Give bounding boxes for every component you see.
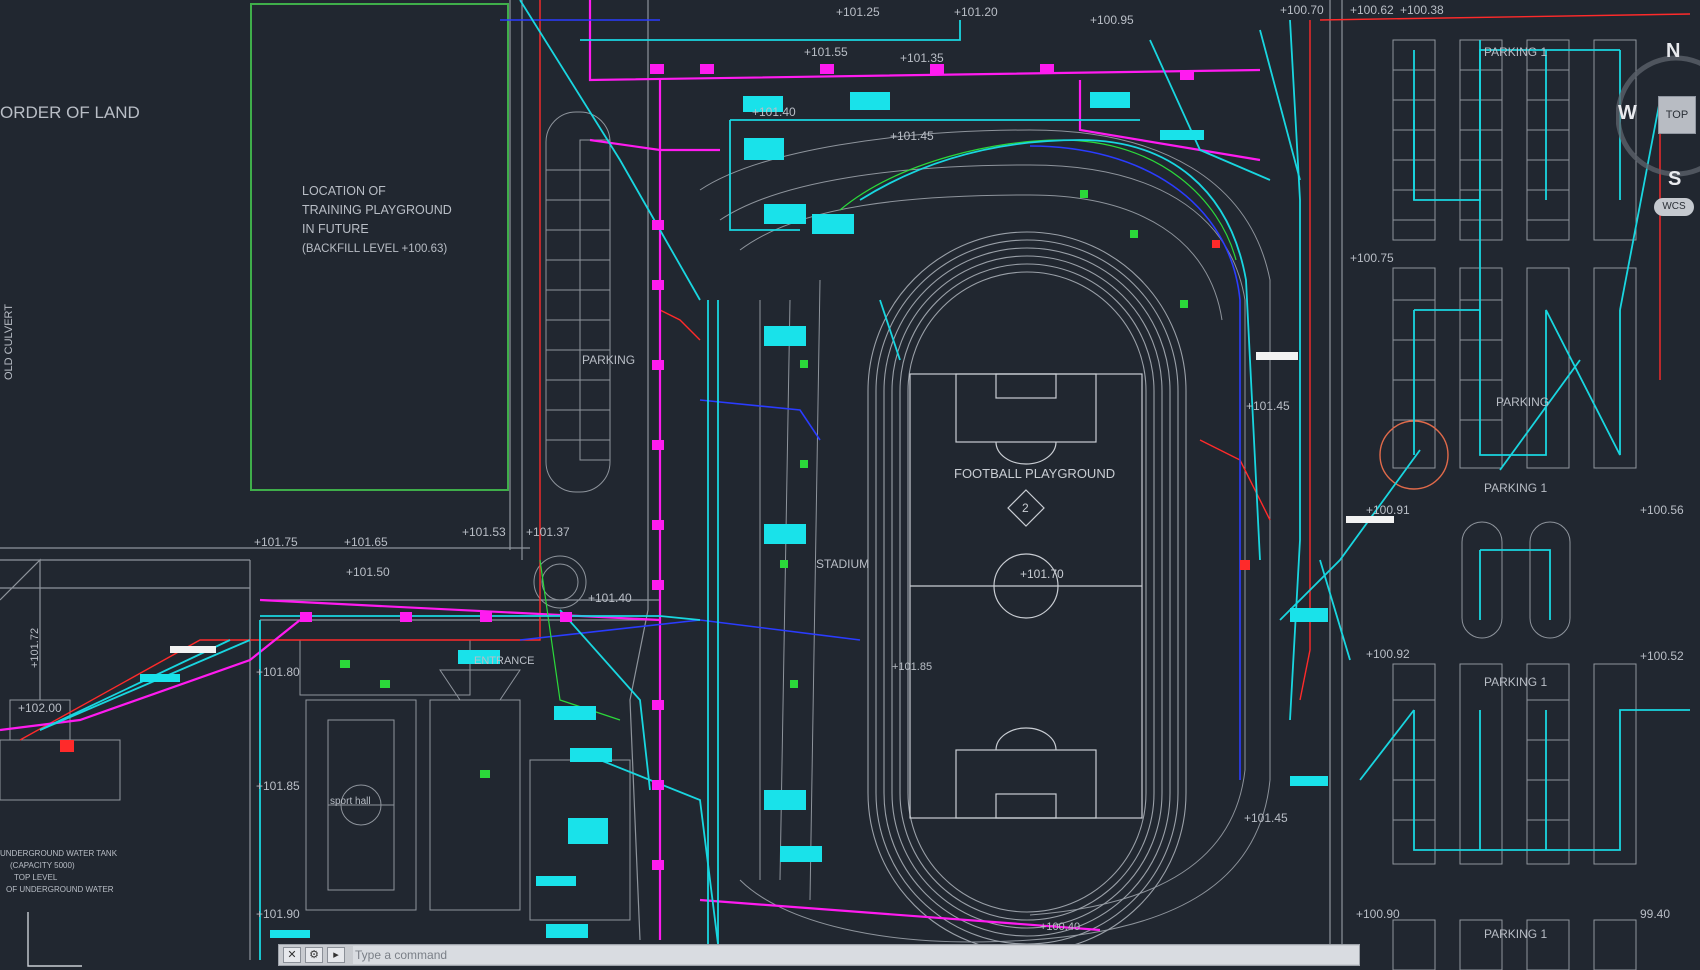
level-label: +101.40 [752, 105, 796, 119]
level-label: +100.92 [1366, 647, 1410, 661]
level-label: +101.85 [892, 661, 932, 673]
parking-right-3-label: PARKING 1 [1484, 481, 1547, 495]
level-label: +101.35 [900, 51, 944, 65]
viewcube-west[interactable]: W [1618, 102, 1637, 125]
training-label-1: LOCATION OF [302, 184, 386, 198]
level-label: +101.37 [526, 525, 570, 539]
command-input[interactable] [353, 946, 1359, 964]
command-line: ✕ ⚙ ▸ [278, 944, 1360, 966]
level-label: +101.55 [804, 45, 848, 59]
level-label: +100.91 [1366, 503, 1410, 517]
stadium-label: STADIUM [816, 557, 869, 571]
command-prompt-icon[interactable]: ▸ [327, 947, 345, 963]
level-label: +101.80 [256, 665, 300, 679]
level-label: +102.00 [18, 701, 62, 715]
level-label: +100.52 [1640, 649, 1684, 663]
level-label: +100.56 [1640, 503, 1684, 517]
training-label-4: (BACKFILL LEVEL +100.63) [302, 243, 447, 255]
viewcube-south[interactable]: S [1668, 168, 1681, 191]
level-label: +100.95 [1090, 13, 1134, 27]
viewcube-top-face[interactable]: TOP [1658, 96, 1696, 134]
level-label: +101.45 [1246, 399, 1290, 413]
level-label: +101.45 [890, 129, 934, 143]
wcs-menu-button[interactable]: WCS [1654, 198, 1694, 216]
parking-right-2-label: PARKING [1496, 395, 1549, 409]
football-label: FOOTBALL PLAYGROUND [954, 466, 1115, 481]
level-label: +100.75 [1350, 251, 1394, 265]
level-label: +101.20 [954, 5, 998, 19]
level-label: +101.90 [256, 907, 300, 921]
viewcube-north[interactable]: N [1666, 40, 1680, 63]
level-label: 99.40 [1640, 907, 1670, 921]
level-label: +100.40 [1040, 921, 1080, 933]
training-label-3: IN FUTURE [302, 222, 369, 236]
border-of-land-label: ORDER OF LAND [0, 103, 140, 122]
viewcube[interactable]: N W S TOP WCS [1616, 38, 1700, 268]
level-label: +100.62 [1350, 3, 1394, 17]
tank-label-3: TOP LEVEL [14, 873, 58, 882]
close-icon[interactable]: ✕ [283, 947, 301, 963]
old-culvert-label: OLD CULVERT [3, 304, 15, 380]
center-level-label: +101.70 [1020, 567, 1064, 581]
level-label: +101.53 [462, 525, 506, 539]
drawing-canvas[interactable]: ORDER OF LAND LOCATION OF TRAINING PLAYG… [0, 0, 1700, 970]
level-label: +101.40 [588, 591, 632, 605]
entrance-label: ENTRANCE [474, 655, 535, 667]
parking-left-label: PARKING [582, 353, 635, 367]
parking-right-5-label: PARKING 1 [1484, 927, 1547, 941]
parking-right-4-label: PARKING 1 [1484, 675, 1547, 689]
level-label: +101.75 [254, 535, 298, 549]
tank-label-1: UNDERGROUND WATER TANK [0, 849, 118, 858]
level-label: +101.45 [1244, 811, 1288, 825]
autocad-window: ORDER OF LAND LOCATION OF TRAINING PLAYG… [0, 0, 1700, 970]
level-label: +100.90 [1356, 907, 1400, 921]
level-label: +101.65 [344, 535, 388, 549]
level-label: +101.25 [836, 5, 880, 19]
level-label: +101.72 [29, 628, 41, 668]
tank-label-2: (CAPACITY 5000) [10, 861, 75, 870]
tank-label-4: OF UNDERGROUND WATER [6, 885, 114, 894]
parking-right-1-label: PARKING 1 [1484, 45, 1547, 59]
center-num-label: 2 [1022, 501, 1029, 515]
wrench-icon[interactable]: ⚙ [305, 947, 323, 963]
level-label: +101.85 [256, 779, 300, 793]
level-label: +100.70 [1280, 3, 1324, 17]
sport-hall-label: sport hall [330, 796, 371, 807]
training-label-2: TRAINING PLAYGROUND [302, 203, 452, 217]
compass-ring-icon [1616, 55, 1700, 177]
level-label: +100.38 [1400, 3, 1444, 17]
level-label: +101.50 [346, 565, 390, 579]
